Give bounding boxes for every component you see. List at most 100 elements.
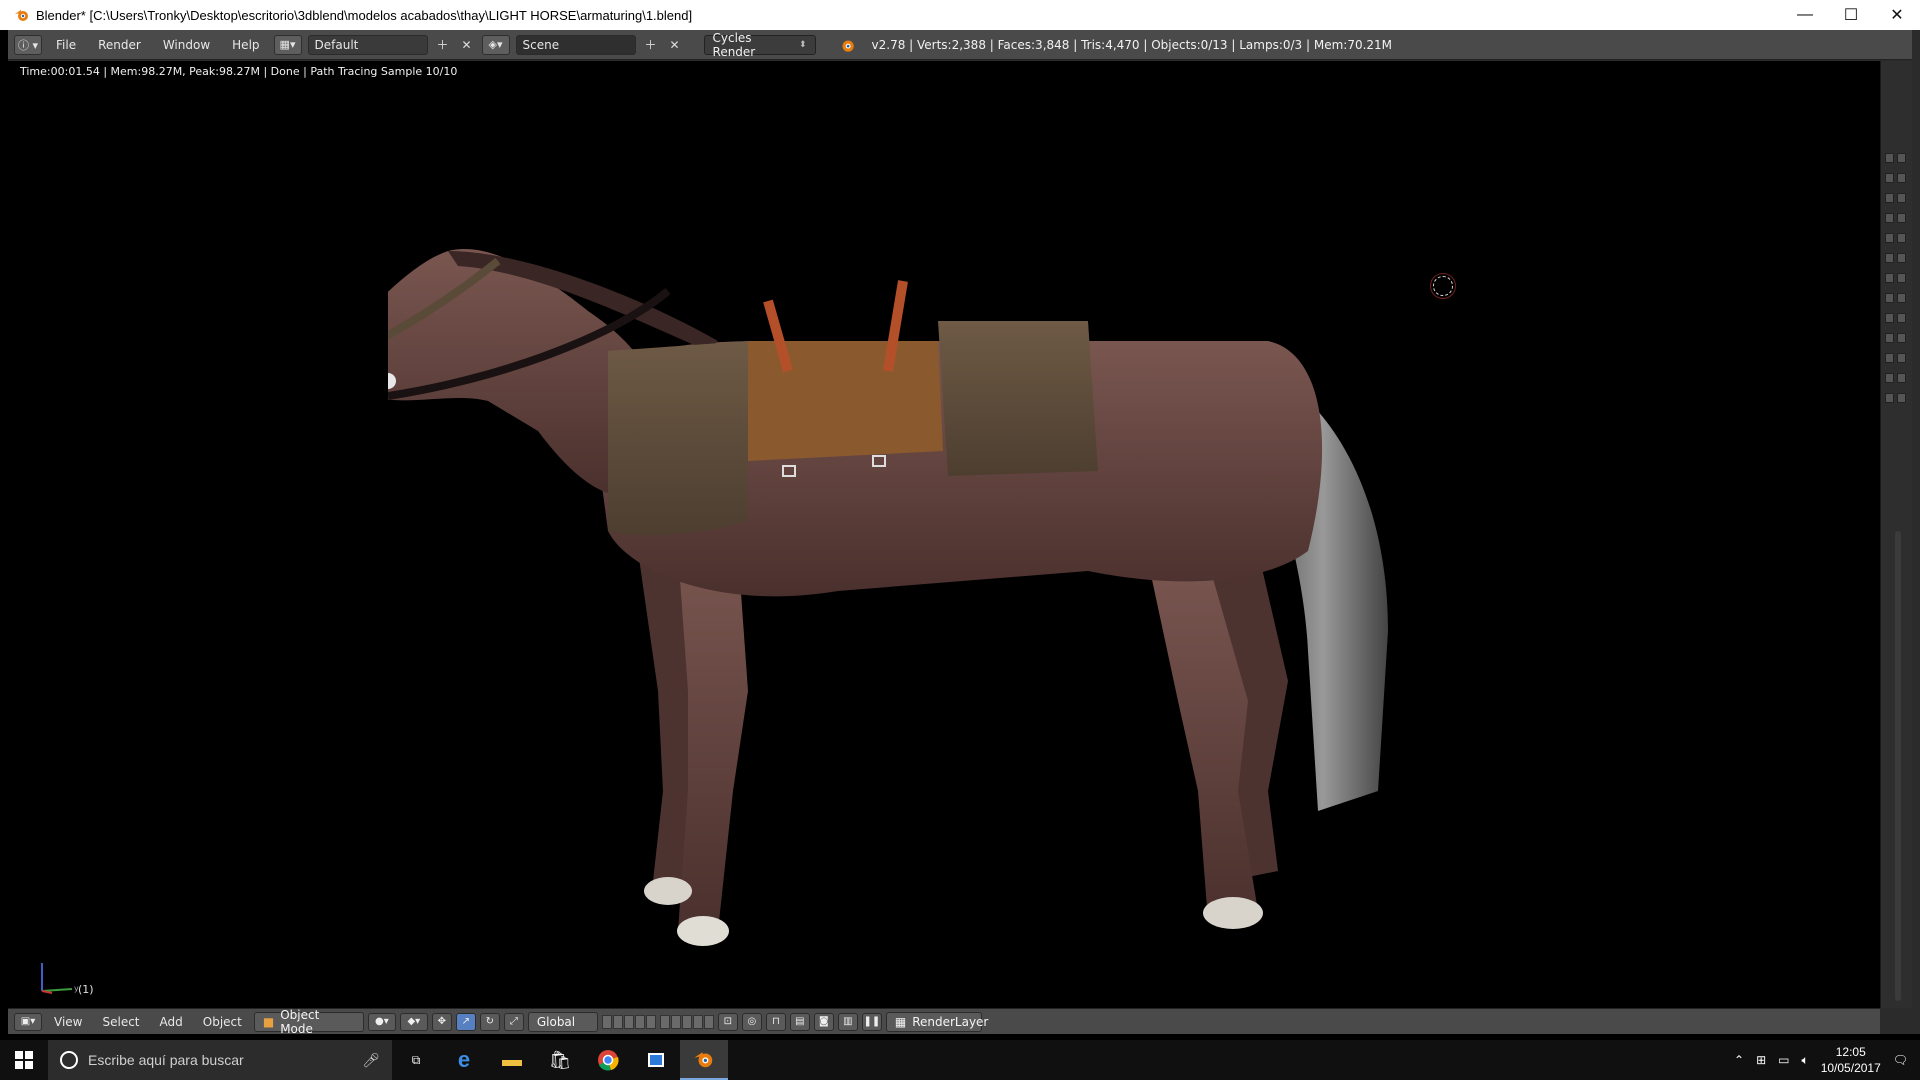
- render-engine-label: Cycles Render: [712, 30, 756, 59]
- manipulator-icon: ✥: [437, 1016, 447, 1027]
- window-titlebar: Blender* [C:\Users\Tronky\Desktop\escrit…: [0, 0, 1920, 30]
- pause-icon: ❚❚: [863, 1016, 881, 1027]
- snap-element-button[interactable]: ▤: [789, 1012, 810, 1031]
- blender-version-icon: [842, 40, 854, 52]
- scene-field[interactable]: Scene: [515, 34, 636, 55]
- menu-window[interactable]: Window: [155, 38, 218, 52]
- pause-render-button[interactable]: ❚❚: [861, 1012, 882, 1031]
- layer-buttons-a[interactable]: [601, 1014, 656, 1029]
- menu-render[interactable]: Render: [90, 38, 149, 52]
- manipulator-toggle[interactable]: ✥: [431, 1012, 452, 1031]
- object-mode-dropdown[interactable]: ■ Object Mode: [253, 1008, 364, 1036]
- remove-screen-icon[interactable]: ✕: [458, 35, 476, 55]
- scene-icon: ◈▾: [488, 38, 503, 51]
- start-button[interactable]: [0, 1040, 48, 1080]
- scene-type-button[interactable]: ◈▾: [481, 34, 510, 55]
- chrome-button[interactable]: [584, 1040, 632, 1080]
- app-window-button[interactable]: [632, 1040, 680, 1080]
- network-icon[interactable]: ⊞: [1756, 1053, 1766, 1067]
- volume-icon[interactable]: 🔈︎: [1802, 1053, 1809, 1068]
- blender-taskbar-button[interactable]: [680, 1040, 728, 1080]
- blender-logo-icon: [15, 10, 28, 21]
- layer-toggle[interactable]: [1885, 193, 1909, 207]
- add-scene-icon[interactable]: ＋: [642, 35, 660, 55]
- battery-icon[interactable]: ▭: [1778, 1053, 1789, 1067]
- opengl-render-button[interactable]: ◙: [813, 1012, 834, 1031]
- maximize-button[interactable]: ☐: [1828, 0, 1874, 30]
- layer-toggle[interactable]: [1885, 373, 1909, 387]
- scene-name: Scene: [522, 37, 560, 52]
- menu-add[interactable]: Add: [152, 1015, 191, 1029]
- 3d-cursor[interactable]: [1430, 273, 1456, 299]
- layer-toggle[interactable]: [1885, 333, 1909, 347]
- vertical-scrollbar[interactable]: [1895, 531, 1901, 1001]
- layer-toggle[interactable]: [1885, 393, 1909, 407]
- scale-icon: ⤢: [509, 1016, 518, 1027]
- store-button[interactable]: 🛍︎: [536, 1040, 584, 1080]
- layer-toggle[interactable]: [1885, 273, 1909, 287]
- render-engine-dropdown[interactable]: Cycles Render ⬍: [703, 31, 816, 59]
- menu-file[interactable]: File: [48, 38, 84, 52]
- render-layer-label: RenderLayer: [912, 1014, 989, 1029]
- translate-manipulator[interactable]: ↗: [455, 1012, 476, 1031]
- minimize-button[interactable]: —: [1782, 0, 1828, 30]
- rotate-manipulator[interactable]: ↻: [479, 1012, 500, 1031]
- clock-time: 12:05: [1835, 1045, 1866, 1059]
- viewport-shading-button[interactable]: ●▾: [367, 1012, 396, 1031]
- render-layer-field[interactable]: ▦ RenderLayer: [885, 1011, 988, 1032]
- layer-lock-button[interactable]: ⊡: [717, 1012, 738, 1031]
- layer-toggle[interactable]: [1885, 173, 1909, 187]
- cortana-icon: [60, 1051, 78, 1069]
- close-button[interactable]: ✕: [1874, 0, 1920, 30]
- pivot-point-button[interactable]: ◆▾: [399, 1012, 428, 1031]
- edge-icon: e: [457, 1047, 471, 1072]
- search-placeholder: Escribe aquí para buscar: [88, 1052, 244, 1068]
- blender-window: ⓘ ▾ File Render Window Help ▦▾ Default ＋…: [8, 30, 1920, 1036]
- object-mode-icon: ■: [262, 1014, 275, 1029]
- current-frame-label: (1): [78, 983, 94, 996]
- taskbar-clock[interactable]: 12:05 10/05/2017: [1821, 1044, 1881, 1076]
- layer-visibility-strip: [1880, 61, 1912, 1008]
- add-screen-icon[interactable]: ＋: [434, 35, 452, 55]
- folder-icon: ▬: [502, 1048, 522, 1071]
- cube-view-icon: ▣▾: [20, 1016, 36, 1027]
- info-icon: ⓘ ▾: [17, 38, 39, 52]
- layer-toggle[interactable]: [1885, 253, 1909, 267]
- proportional-edit-button[interactable]: ◎: [741, 1012, 762, 1031]
- snap-element-icon: ▤: [795, 1016, 805, 1027]
- layer-toggle[interactable]: [1885, 213, 1909, 227]
- edge-button[interactable]: e: [440, 1040, 488, 1080]
- scale-manipulator[interactable]: ⤢: [503, 1012, 524, 1031]
- screen-layout-name: Default: [314, 37, 359, 52]
- menu-view[interactable]: View: [46, 1015, 90, 1029]
- task-view-button[interactable]: ⧉: [392, 1040, 440, 1080]
- show-hidden-icons-icon[interactable]: ⌃: [1734, 1053, 1744, 1067]
- layer-toggle[interactable]: [1885, 293, 1909, 307]
- opengl-anim-button[interactable]: ▥: [837, 1012, 858, 1031]
- 3d-editor-type-button[interactable]: ▣▾: [14, 1012, 42, 1031]
- screen-layout-field[interactable]: Default: [307, 34, 428, 55]
- camera-icon: ◙: [818, 1016, 829, 1027]
- render-status-text: Time:00:01.54 | Mem:98.27M, Peak:98.27M …: [20, 65, 458, 78]
- taskbar-search-box[interactable]: Escribe aquí para buscar 🎤︎: [48, 1040, 392, 1080]
- remove-scene-icon[interactable]: ✕: [666, 35, 684, 55]
- 3d-view-header: ▣▾ View Select Add Object ■ Object Mode …: [8, 1008, 1880, 1036]
- transform-orientation-dropdown[interactable]: Global: [527, 1011, 598, 1032]
- menu-object[interactable]: Object: [195, 1015, 250, 1029]
- layer-buttons-b[interactable]: [659, 1014, 714, 1029]
- menu-help[interactable]: Help: [224, 38, 267, 52]
- menu-select[interactable]: Select: [94, 1015, 147, 1029]
- layer-toggle[interactable]: [1885, 313, 1909, 327]
- action-center-icon[interactable]: 🗨︎: [1893, 1053, 1908, 1067]
- microphone-icon[interactable]: 🎤︎: [362, 1052, 380, 1069]
- layer-toggle[interactable]: [1885, 153, 1909, 167]
- arrow-icon: ↗: [461, 1016, 471, 1027]
- editor-type-button[interactable]: ⓘ ▾: [14, 34, 42, 55]
- screen-layout-type-button[interactable]: ▦▾: [273, 34, 302, 55]
- snap-toggle[interactable]: ⊓: [765, 1012, 786, 1031]
- windows-taskbar: Escribe aquí para buscar 🎤︎ ⧉ e ▬ 🛍︎ ⌃ ⊞…: [0, 1040, 1920, 1080]
- layer-toggle[interactable]: [1885, 353, 1909, 367]
- file-explorer-button[interactable]: ▬: [488, 1040, 536, 1080]
- layer-toggle[interactable]: [1885, 233, 1909, 247]
- 3d-viewport[interactable]: Time:00:01.54 | Mem:98.27M, Peak:98.27M …: [8, 61, 1880, 1008]
